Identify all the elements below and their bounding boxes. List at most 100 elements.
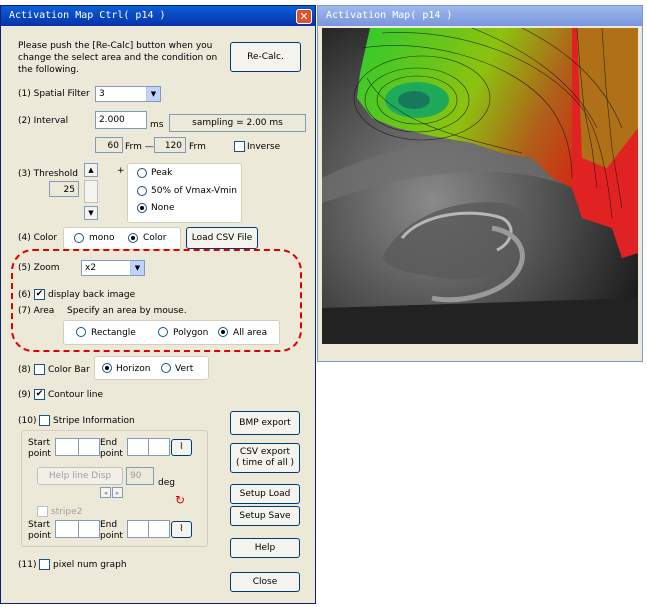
area-rectangle-label: Rectangle <box>91 328 136 338</box>
threshold-slider-track[interactable] <box>84 180 98 203</box>
end-x-input-2[interactable] <box>127 520 149 538</box>
spatial-filter-value: 3 <box>99 89 105 99</box>
threshold-label: (3) Threshold <box>18 169 78 179</box>
activation-map-ctrl-window: Activation Map Ctrl( p14 ) ✕ Please push… <box>0 5 316 604</box>
end-point-label-1: End point <box>100 438 123 459</box>
color-color-label: Color <box>143 233 167 243</box>
start-x-input-2[interactable] <box>55 520 79 538</box>
map-title-bar[interactable]: Activation Map( p14 ) <box>318 6 642 26</box>
rotate-icon[interactable]: ↻ <box>175 494 187 506</box>
help-button[interactable]: Help <box>230 538 300 558</box>
color-bar-vert-label: Vert <box>175 364 194 374</box>
angle-right-button[interactable]: ▸ <box>112 487 123 498</box>
zoom-value: x2 <box>85 263 97 273</box>
spatial-filter-label: (1) Spatial Filter <box>18 89 90 99</box>
help-line-disp-button[interactable]: Help line Disp <box>37 467 123 485</box>
interval-label: (2) Interval <box>18 116 69 126</box>
interval-input[interactable]: 2.000 <box>95 111 147 129</box>
map-title: Activation Map( p14 ) <box>326 10 453 21</box>
pixel-graph-label: (11) <box>18 560 37 570</box>
ctrl-title-bar[interactable]: Activation Map Ctrl( p14 ) <box>1 6 315 26</box>
end-y-input-1[interactable] <box>148 438 170 456</box>
inverse-checkbox[interactable] <box>234 141 245 152</box>
pixel-graph-checkbox-label: pixel num graph <box>53 560 127 570</box>
graph-icon: ⌇ <box>179 442 184 452</box>
csv-export-line2: ( time of all ) <box>236 458 294 468</box>
threshold-none-radio[interactable] <box>137 203 147 213</box>
color-mono-radio[interactable] <box>74 233 84 243</box>
start-point-label-2: Start point <box>28 520 51 541</box>
start-y-input-1[interactable] <box>78 438 100 456</box>
start-point-label-1: Start point <box>28 438 51 459</box>
recalc-button[interactable]: Re-Calc. <box>230 42 301 72</box>
load-csv-button[interactable]: Load CSV File <box>186 227 258 249</box>
sampling-display: sampling = 2.00 ms <box>169 114 306 132</box>
area-all-radio[interactable] <box>218 327 228 337</box>
activation-map-window: Activation Map( p14 ) <box>317 5 643 362</box>
threshold-value: 25 <box>49 181 79 197</box>
angle-input[interactable]: 90 <box>126 467 154 485</box>
contour-checkbox-label: Contour line <box>48 390 104 400</box>
zoom-select[interactable]: x2 ▼ <box>81 260 145 276</box>
area-all-label: All area <box>233 328 268 338</box>
checkmark-icon: ✔ <box>35 389 44 399</box>
activation-map-canvas[interactable] <box>322 28 638 344</box>
inverse-label: Inverse <box>247 142 281 152</box>
back-image-label: (6) <box>18 290 31 300</box>
threshold-down-button[interactable]: ▼ <box>84 206 98 220</box>
frm-label: Frm <box>189 142 206 152</box>
color-bar-label: (8) <box>18 365 31 375</box>
back-image-checkbox-label: display back image <box>48 290 136 300</box>
area-label: (7) Area <box>18 306 55 316</box>
area-polygon-label: Polygon <box>173 328 209 338</box>
setup-save-button[interactable]: Setup Save <box>230 506 300 526</box>
close-window-button[interactable]: ✕ <box>296 9 312 24</box>
end-x-input-1[interactable] <box>127 438 149 456</box>
zoom-label: (5) Zoom <box>18 263 60 273</box>
area-polygon-radio[interactable] <box>158 327 168 337</box>
stripe2-checkbox[interactable] <box>37 506 48 517</box>
color-label: (4) Color <box>18 233 58 243</box>
contour-checkbox[interactable]: ✔ <box>34 389 45 400</box>
threshold-peak-label: Peak <box>151 168 173 178</box>
contour-label: (9) <box>18 390 31 400</box>
color-mono-label: mono <box>89 233 115 243</box>
threshold-50pct-radio[interactable] <box>137 186 147 196</box>
stripe2-label: stripe2 <box>51 507 83 517</box>
setup-load-button[interactable]: Setup Load <box>230 484 300 504</box>
threshold-none-label: None <box>151 203 175 213</box>
start-y-input-2[interactable] <box>78 520 100 538</box>
threshold-up-button[interactable]: ▲ <box>84 163 98 177</box>
checkmark-icon: ✔ <box>35 289 44 299</box>
bmp-export-button[interactable]: BMP export <box>230 411 300 435</box>
threshold-peak-radio[interactable] <box>137 168 147 178</box>
chevron-down-icon: ▼ <box>146 87 160 101</box>
deg-label: deg <box>158 478 175 488</box>
csv-export-button[interactable]: CSV export ( time of all ) <box>230 443 300 473</box>
angle-left-button[interactable]: ◂ <box>100 487 111 498</box>
stripe-label: (10) <box>18 416 37 426</box>
from-frame-display: 60 <box>95 137 123 153</box>
color-bar-checkbox[interactable] <box>34 364 45 375</box>
interval-unit: ms <box>150 120 164 130</box>
arrow-left-icon: ◂ <box>103 488 108 497</box>
back-image-checkbox[interactable]: ✔ <box>34 289 45 300</box>
instructions-text: Please push the [Re-Calc] button when yo… <box>18 41 218 75</box>
color-color-radio[interactable] <box>128 233 138 243</box>
close-button[interactable]: Close <box>230 572 300 592</box>
stripe-checkbox-label: Stripe Information <box>53 416 135 426</box>
start-x-input-1[interactable] <box>55 438 79 456</box>
area-rectangle-radio[interactable] <box>76 327 86 337</box>
end-y-input-2[interactable] <box>148 520 170 538</box>
arrow-up-icon: ▲ <box>88 166 94 174</box>
threshold-50pct-label: 50% of Vmax-Vmin <box>151 186 238 196</box>
color-bar-horizon-radio[interactable] <box>102 363 112 373</box>
pixel-graph-checkbox[interactable] <box>39 559 50 570</box>
spatial-filter-select[interactable]: 3 ▼ <box>95 86 161 102</box>
stripe-graph-button-2[interactable]: ⌇ <box>171 521 192 538</box>
stripe-checkbox[interactable] <box>39 415 50 426</box>
area-hint: Specify an area by mouse. <box>67 306 187 316</box>
color-bar-vert-radio[interactable] <box>161 363 171 373</box>
csv-export-line1: CSV export <box>239 447 291 457</box>
stripe-graph-button-1[interactable]: ⌇ <box>171 439 192 456</box>
